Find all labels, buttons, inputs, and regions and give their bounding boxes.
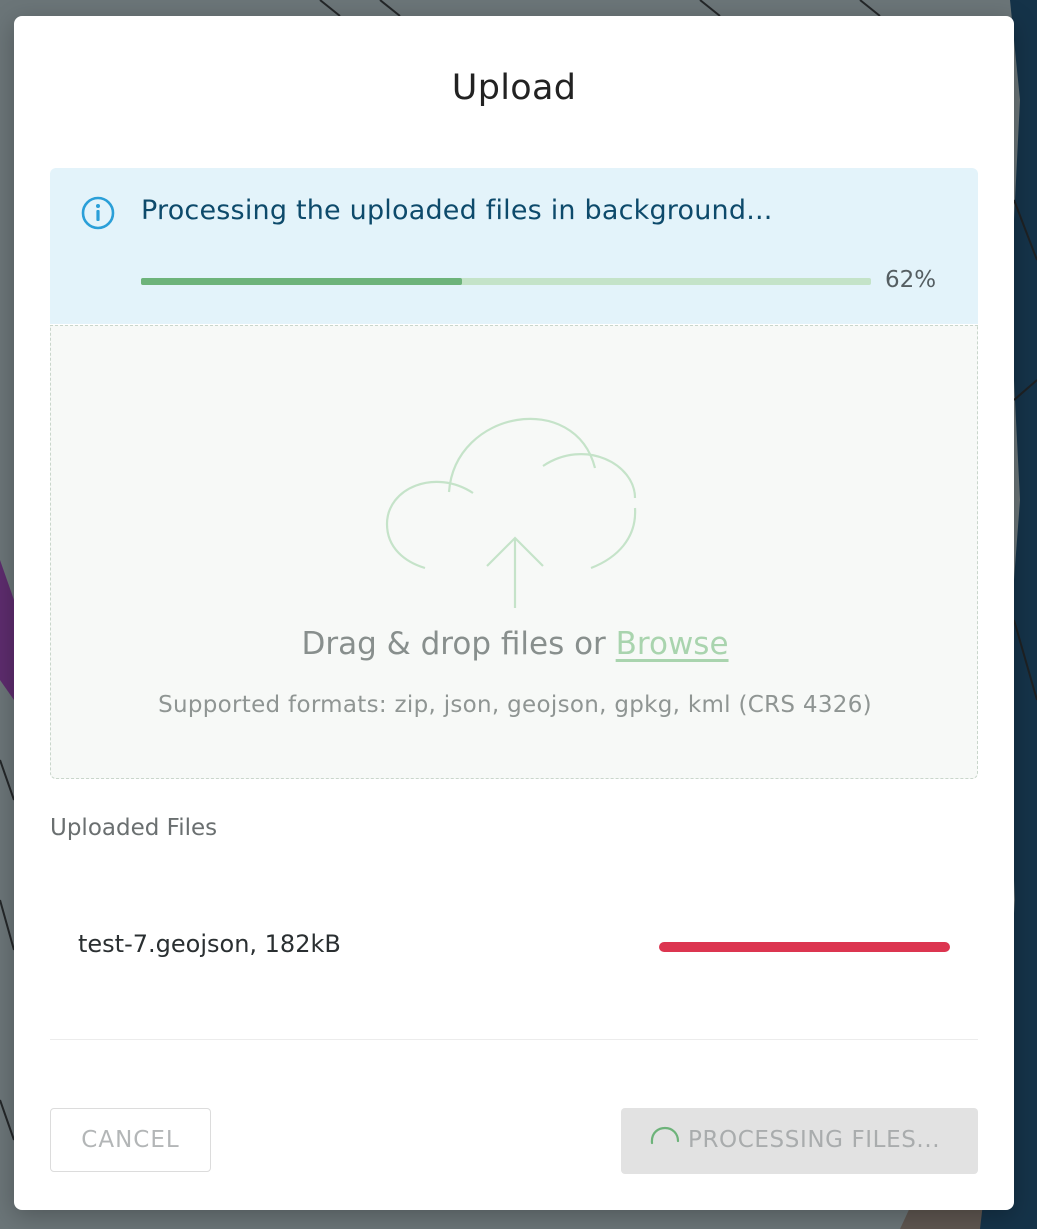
divider bbox=[50, 1039, 978, 1040]
file-status-bar bbox=[659, 942, 950, 952]
file-dropzone[interactable]: Drag & drop files or Browse Supported fo… bbox=[50, 325, 978, 779]
processing-progress-fill bbox=[141, 278, 462, 285]
browse-link[interactable]: Browse bbox=[616, 626, 729, 662]
upload-dialog: Upload Processing the uploaded files in … bbox=[14, 16, 1014, 1210]
info-circle-icon bbox=[81, 196, 115, 230]
processing-banner: Processing the uploaded files in backgro… bbox=[50, 168, 978, 324]
processing-message: Processing the uploaded files in backgro… bbox=[141, 195, 773, 226]
file-row: test-7.geojson, 182kB bbox=[50, 906, 978, 986]
supported-formats: Supported formats: zip, json, geojson, g… bbox=[158, 692, 872, 718]
dropzone-prompt: Drag & drop files or Browse bbox=[51, 626, 979, 662]
processing-progress-bar bbox=[141, 278, 871, 285]
cancel-button[interactable]: CANCEL bbox=[50, 1108, 211, 1172]
dialog-title: Upload bbox=[451, 68, 577, 108]
spinner-icon bbox=[650, 1126, 680, 1156]
processing-files-button[interactable]: PROCESSING FILES... bbox=[621, 1108, 978, 1174]
dropzone-prompt-text: Drag & drop files or bbox=[301, 626, 616, 662]
uploaded-files-heading: Uploaded Files bbox=[50, 815, 218, 841]
processing-files-label: PROCESSING FILES... bbox=[688, 1127, 941, 1153]
file-name: test-7.geojson, 182kB bbox=[78, 930, 341, 958]
cloud-upload-icon bbox=[385, 417, 637, 608]
processing-progress-label: 62% bbox=[885, 267, 937, 293]
